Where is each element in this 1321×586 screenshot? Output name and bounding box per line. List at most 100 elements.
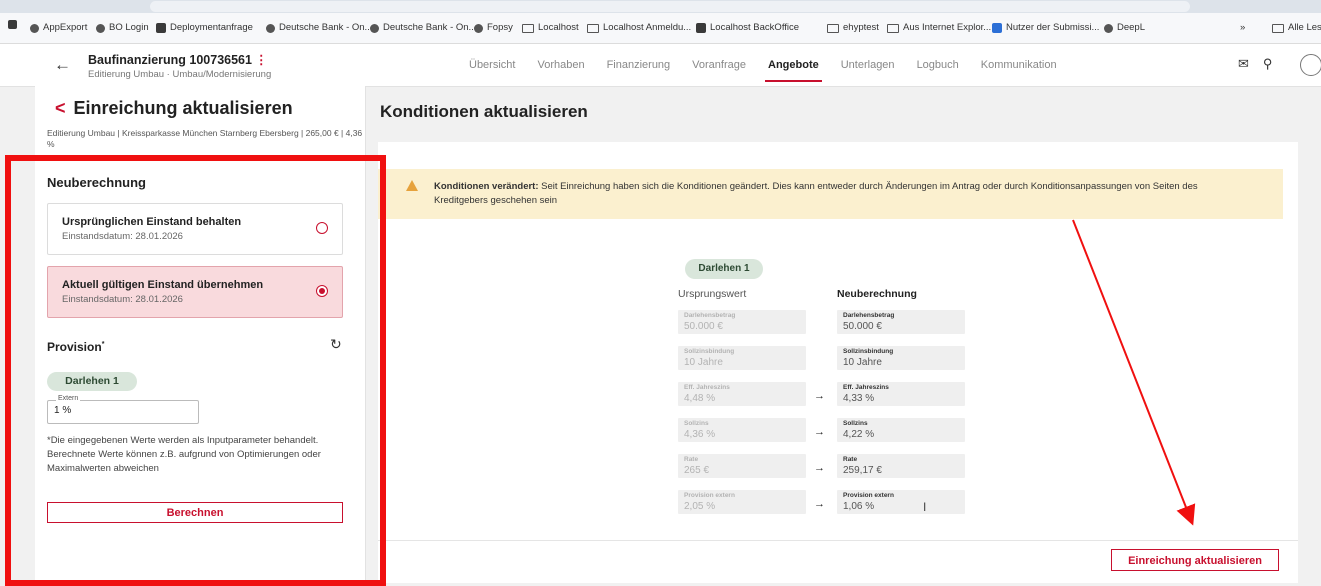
folder-icon [827, 23, 839, 33]
loan-chip: Darlehen 1 [685, 259, 763, 279]
more-menu-icon[interactable]: ⋮ [255, 53, 268, 67]
bookmark-deutsche-bank-2[interactable]: Deutsche Bank - On... [370, 20, 476, 36]
arrow-right-icon: → [814, 390, 825, 402]
page-subtitle: Editierung Umbau · Umbau/Modernisierung [88, 69, 272, 80]
bookmarks-more-button[interactable]: » [1240, 20, 1245, 36]
bookmark-bo-login[interactable]: BO Login [96, 20, 149, 36]
field-label: Eff. Jahreszins [843, 384, 889, 391]
comparison-block: Darlehen 1 Ursprungswert Neuberechnung D… [668, 250, 998, 520]
tab-kommunikation[interactable]: Kommunikation [970, 44, 1068, 86]
back-arrow-icon[interactable]: ← [54, 56, 71, 74]
field-value: 4,48 % [684, 393, 716, 404]
new-value-field: Rate 259,17 € [837, 454, 965, 478]
field-value: 10 Jahre [684, 357, 723, 368]
tab-voranfrage[interactable]: Voranfrage [681, 44, 757, 86]
field-value: 4,33 % [843, 393, 875, 404]
main-title: Konditionen aktualisieren [380, 102, 588, 121]
bookmark-appexport[interactable]: AppExport [30, 20, 87, 36]
alert-text: Konditionen verändert: Seit Einreichung … [434, 181, 1198, 206]
folder-icon [1272, 23, 1284, 33]
warning-icon [406, 180, 418, 191]
field-label: Sollzinsbindung [684, 348, 735, 355]
field-value: 50.000 € [843, 321, 882, 332]
bookmark-localhost-anmeldung[interactable]: Localhost Anmeldu... [587, 20, 691, 36]
bookmark-deutsche-bank-1[interactable]: Deutsche Bank - On... [266, 20, 372, 36]
original-value-field: Provision extern 2,05 % [678, 490, 806, 514]
neuberechnung-heading: Neuberechnung [47, 175, 146, 190]
folder-icon [587, 23, 599, 33]
arrow-right-icon: → [814, 498, 825, 510]
page-title: Baufinanzierung 100736561 ⋮ [88, 53, 268, 67]
bookmark-deploymentanfrage[interactable]: Deploymentanfrage [156, 20, 253, 36]
tab-logbuch[interactable]: Logbuch [906, 44, 970, 86]
browser-url-bar[interactable] [0, 0, 1321, 13]
app-header: ← Baufinanzierung 100736561 ⋮ Editierung … [0, 44, 1321, 87]
radio-take-current[interactable] [316, 285, 328, 297]
field-label: Provision extern [684, 492, 735, 499]
option-date: Einstandsdatum: 28.01.2026 [62, 231, 183, 242]
extern-provision-input[interactable] [54, 405, 184, 416]
field-label: Rate [843, 456, 858, 463]
divider [378, 540, 1298, 541]
bookmarks-bar: AppExport BO Login Deploymentanfrage Deu… [0, 13, 1321, 44]
original-value-field: Sollzins 4,36 % [678, 418, 806, 442]
field-label: Sollzins [684, 420, 709, 427]
field-value: 259,17 € [843, 465, 882, 476]
tab-angebote[interactable]: Angebote [757, 44, 830, 86]
new-value-field: Darlehensbetrag 50.000 € [837, 310, 965, 334]
tab-uebersicht[interactable]: Übersicht [458, 44, 526, 86]
provision-heading: Provision* [47, 340, 105, 354]
bookmark-nutzer-submission[interactable]: Nutzer der Submissi... [992, 20, 1099, 36]
globe-icon [96, 23, 105, 33]
field-label: Eff. Jahreszins [684, 384, 730, 391]
app-icon [156, 23, 166, 33]
extern-label: Extern [56, 395, 81, 402]
arrow-right-icon: → [814, 462, 825, 474]
chevron-left-icon[interactable]: < [55, 98, 66, 118]
original-value-field: Darlehensbetrag 50.000 € [678, 310, 806, 334]
bookmark-fopsy[interactable]: Fopsy [474, 20, 513, 36]
new-value-field: Provision extern 1,06 % [837, 490, 965, 514]
option-keep-original[interactable]: Ursprünglichen Einstand behalten Einstan… [47, 203, 343, 255]
globe-icon [266, 23, 275, 33]
tab-vorhaben[interactable]: Vorhaben [526, 44, 595, 86]
mail-icon[interactable]: ✉ [1238, 56, 1249, 72]
field-value: 2,05 % [684, 501, 716, 512]
bookmark-ehyptest[interactable]: ehyptest [827, 20, 879, 36]
update-submission-button[interactable]: Einreichung aktualisieren [1111, 549, 1279, 571]
field-value: 50.000 € [684, 321, 723, 332]
radio-keep-original[interactable] [316, 222, 328, 234]
search-icon[interactable]: ⚲ [1263, 56, 1273, 72]
loan-chip: Darlehen 1 [47, 372, 137, 391]
tab-finanzierung[interactable]: Finanzierung [596, 44, 682, 86]
original-value-field: Sollzinsbindung 10 Jahre [678, 346, 806, 370]
panel-title: < Einreichung aktualisieren [55, 98, 293, 118]
new-value-field: Sollzins 4,22 % [837, 418, 965, 442]
field-label: Darlehensbetrag [684, 312, 736, 319]
field-value: 265 € [684, 465, 710, 476]
field-value: 10 Jahre [843, 357, 882, 368]
field-label: Darlehensbetrag [843, 312, 895, 319]
calculate-button[interactable]: Berechnen [47, 502, 343, 523]
arrow-right-icon: → [814, 426, 825, 438]
bookmark-aus-internet-explorer[interactable]: Aus Internet Explor... [887, 20, 991, 36]
extern-provision-field[interactable]: Extern [47, 395, 199, 424]
avatar[interactable] [1300, 54, 1321, 76]
tab-unterlagen[interactable]: Unterlagen [830, 44, 906, 86]
input-note: *Die eingegebenen Werte werden als Input… [47, 435, 321, 474]
globe-icon [1104, 23, 1113, 33]
original-value-field: Eff. Jahreszins 4,48 % [678, 382, 806, 406]
bookmark-localhost[interactable]: Localhost [522, 20, 579, 36]
refresh-icon[interactable]: ↻ [330, 336, 342, 353]
folder-icon [522, 23, 534, 33]
globe-icon [370, 23, 379, 33]
text-cursor-icon: I [923, 500, 927, 514]
field-value: 4,22 % [843, 429, 875, 440]
apps-grid-icon[interactable] [8, 20, 17, 29]
bookmark-localhost-backoffice[interactable]: Localhost BackOffice [696, 20, 799, 36]
all-bookmarks-button[interactable]: Alle Les [1272, 20, 1321, 36]
folder-icon [887, 23, 899, 33]
option-take-current[interactable]: Aktuell gültigen Einstand übernehmen Ein… [47, 266, 343, 318]
address-field[interactable] [150, 1, 1190, 12]
bookmark-deepl[interactable]: DeepL [1104, 20, 1145, 36]
